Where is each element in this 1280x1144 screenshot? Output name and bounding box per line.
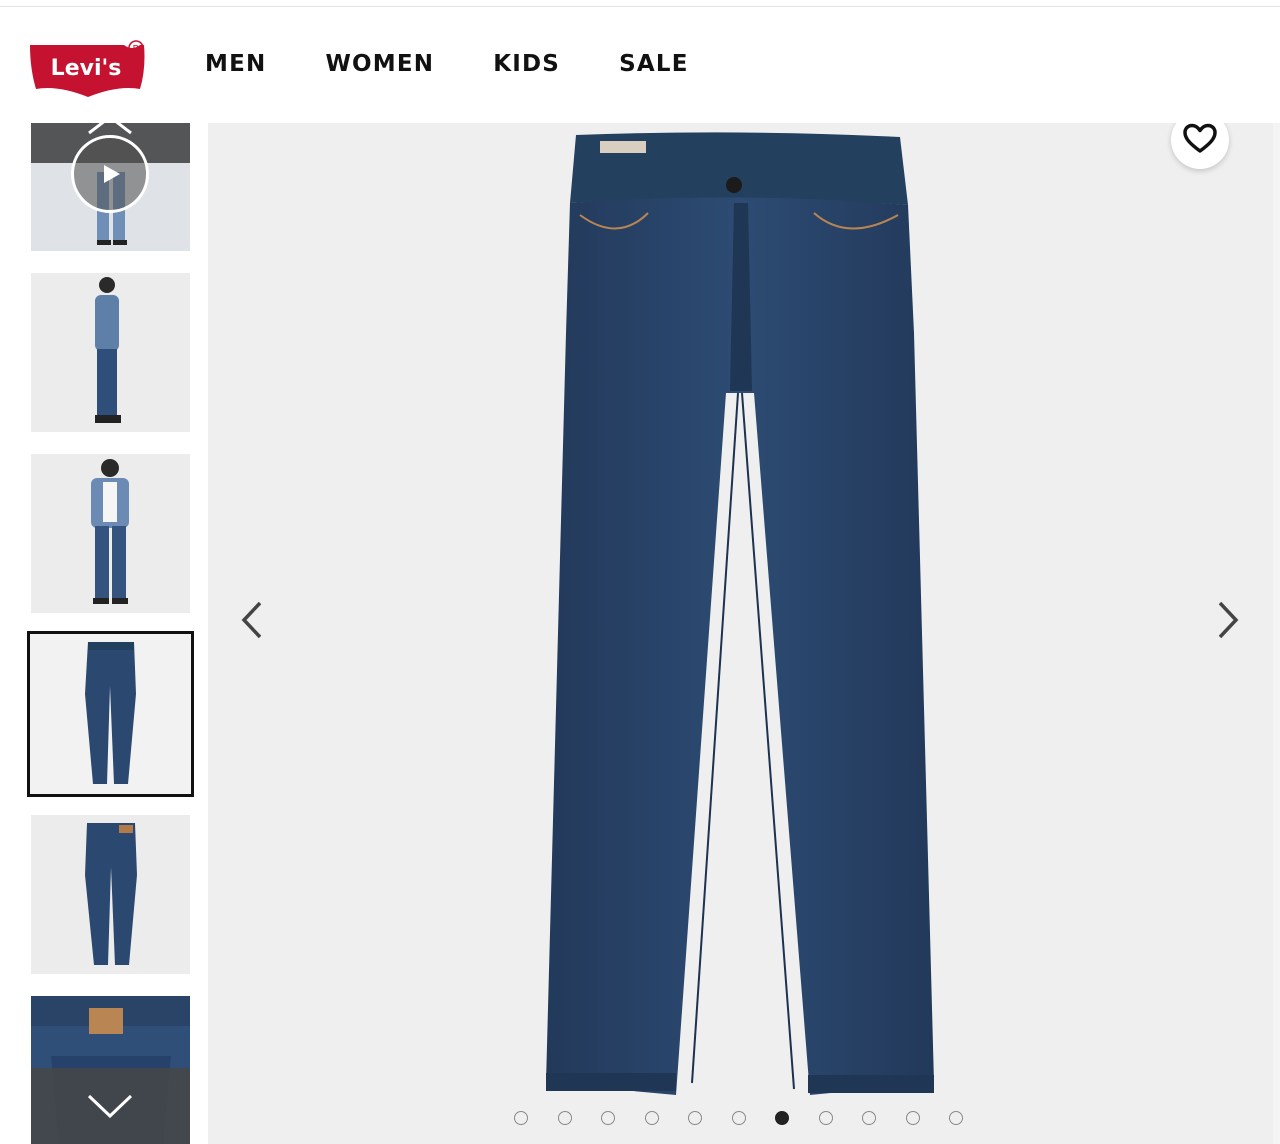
thumbnail-rail bbox=[0, 123, 205, 1144]
nav-women[interactable]: WOMEN bbox=[325, 51, 434, 77]
product-main-image[interactable] bbox=[208, 123, 1273, 1144]
carousel-dot-10[interactable] bbox=[905, 1111, 920, 1125]
thumbnail-flat-back[interactable] bbox=[31, 815, 190, 974]
play-video-button[interactable] bbox=[71, 135, 149, 213]
chevron-right-icon bbox=[1218, 601, 1239, 639]
product-image-carousel bbox=[208, 123, 1273, 1144]
main-nav: MEN WOMEN KIDS SALE bbox=[205, 51, 748, 77]
thumbnail-image bbox=[31, 454, 190, 613]
play-icon bbox=[104, 165, 120, 183]
logo-wordmark: Levi's bbox=[51, 56, 122, 81]
thumbnail-side-view[interactable] bbox=[31, 273, 190, 432]
thumbnail-image bbox=[31, 815, 190, 974]
levis-logo[interactable]: Levi's R bbox=[28, 39, 152, 99]
heart-icon bbox=[1183, 123, 1217, 153]
chevron-left-icon bbox=[241, 601, 262, 639]
carousel-dot-2[interactable] bbox=[557, 1111, 572, 1125]
page-right-edge bbox=[1273, 123, 1280, 1144]
carousel-dot-3[interactable] bbox=[601, 1111, 615, 1125]
nav-kids[interactable]: KIDS bbox=[493, 51, 560, 77]
carousel-dot-8[interactable] bbox=[818, 1111, 833, 1125]
carousel-dot-6[interactable] bbox=[731, 1111, 746, 1125]
carousel-dot-4[interactable] bbox=[644, 1111, 659, 1125]
carousel-dot-9[interactable] bbox=[862, 1111, 876, 1125]
add-to-favorites-button[interactable] bbox=[1171, 123, 1229, 169]
next-image-button[interactable] bbox=[1208, 595, 1248, 645]
thumbnails-scroll-down-button[interactable] bbox=[31, 1068, 190, 1144]
carousel-dot-11[interactable] bbox=[949, 1111, 963, 1125]
site-header: Levi's R MEN WOMEN KIDS SALE bbox=[0, 7, 1280, 123]
thumbnail-image bbox=[31, 273, 190, 432]
carousel-pagination bbox=[514, 1111, 993, 1125]
thumbnail-front-view[interactable] bbox=[31, 454, 190, 613]
thumbnail-image bbox=[30, 634, 191, 794]
nav-men[interactable]: MEN bbox=[205, 51, 266, 77]
carousel-dot-5[interactable] bbox=[688, 1111, 702, 1125]
levis-batwing-logo: Levi's R bbox=[30, 40, 145, 97]
previous-image-button[interactable] bbox=[236, 595, 276, 645]
nav-sale[interactable]: SALE bbox=[619, 51, 689, 77]
carousel-dot-1[interactable] bbox=[514, 1111, 528, 1125]
carousel-dot-7[interactable] bbox=[775, 1111, 789, 1125]
thumbnail-flat-front[interactable] bbox=[27, 631, 194, 797]
chevron-down-icon bbox=[87, 1094, 133, 1119]
registered-mark: R bbox=[133, 44, 140, 55]
